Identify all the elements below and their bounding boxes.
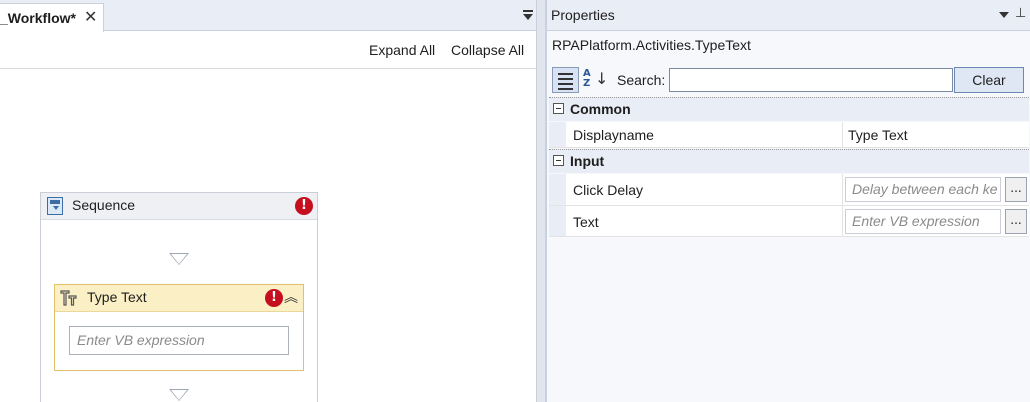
pin-icon[interactable]: ⊥ [1015, 6, 1026, 21]
tab-list-dropdown-icon[interactable] [522, 7, 534, 23]
sequence-icon [47, 197, 63, 215]
text-expression-input[interactable]: Enter VB expression [69, 326, 289, 355]
expression-editor-button[interactable]: ... [1005, 209, 1027, 234]
search-label: Search: [617, 72, 666, 88]
collapse-category-icon[interactable] [553, 155, 564, 166]
click-delay-input[interactable]: Delay between each ke [845, 177, 1001, 202]
document-tabstrip: _Workflow* ✕ [0, 0, 536, 32]
category-label: Input [570, 153, 605, 169]
property-row-click-delay[interactable]: Click Delay Delay between each ke ... [549, 174, 1029, 206]
panel-splitter[interactable] [536, 0, 546, 402]
sequence-title: Sequence [72, 197, 136, 213]
category-common[interactable]: Common [549, 97, 1029, 121]
selected-activity-type: RPAPlatform.Activities.TypeText [552, 37, 751, 53]
text-value-input[interactable]: Enter VB expression [845, 209, 1001, 234]
search-input[interactable] [669, 68, 953, 92]
type-text-activity[interactable]: Type Text ! ︽ Enter VB expression [54, 284, 304, 371]
drop-target-arrow-icon[interactable] [169, 389, 189, 401]
type-text-title: Type Text [87, 289, 147, 305]
displayname-value[interactable]: Type Text [848, 127, 908, 143]
property-name: Click Delay [573, 182, 644, 198]
property-row-displayname[interactable]: Displayname Type Text [549, 122, 1029, 148]
clear-button[interactable]: Clear [954, 67, 1024, 93]
properties-title: Properties [551, 7, 615, 23]
property-grid: Common Displayname Type Text Input Click… [549, 97, 1029, 402]
close-icon[interactable]: ✕ [84, 7, 97, 27]
sequence-activity[interactable]: Sequence ! Type Text ! ︽ Enter VB expres… [40, 192, 318, 402]
properties-panel: Properties ⊥ RPAPlatform.Activities.Type… [546, 0, 1030, 402]
property-row-text[interactable]: Text Enter VB expression ... [549, 206, 1029, 237]
property-name: Text [573, 214, 599, 230]
designer-toolbar: Expand All Collapse All [0, 31, 536, 69]
collapse-all-button[interactable]: Collapse All [451, 42, 524, 58]
type-text-icon [60, 290, 77, 306]
expression-editor-button[interactable]: ... [1005, 177, 1027, 202]
category-label: Common [570, 101, 631, 117]
panel-menu-dropdown-icon[interactable] [999, 12, 1009, 18]
categorized-view-icon[interactable] [552, 67, 579, 93]
properties-titlebar: Properties ⊥ [547, 0, 1030, 31]
type-text-header: Type Text ! ︽ [55, 285, 303, 312]
drop-target-arrow-icon[interactable] [169, 253, 189, 265]
collapse-chevron-icon[interactable]: ︽ [284, 287, 298, 307]
workflow-tab-title: _Workflow* [0, 10, 76, 26]
collapse-category-icon[interactable] [553, 103, 564, 114]
error-icon[interactable]: ! [265, 289, 283, 307]
error-icon[interactable]: ! [295, 197, 313, 215]
category-input[interactable]: Input [549, 149, 1029, 173]
workflow-document-tab[interactable]: _Workflow* ✕ [0, 3, 104, 32]
property-name: Displayname [573, 127, 654, 143]
expand-all-button[interactable]: Expand All [369, 42, 435, 58]
workflow-designer-panel: _Workflow* ✕ Expand All Collapse All Seq… [0, 0, 536, 402]
properties-toolbar: AZ ↓ Search: Clear [551, 66, 1027, 95]
sort-alphabetical-icon[interactable]: AZ ↓ [582, 67, 608, 93]
sequence-header: Sequence ! [41, 193, 317, 220]
